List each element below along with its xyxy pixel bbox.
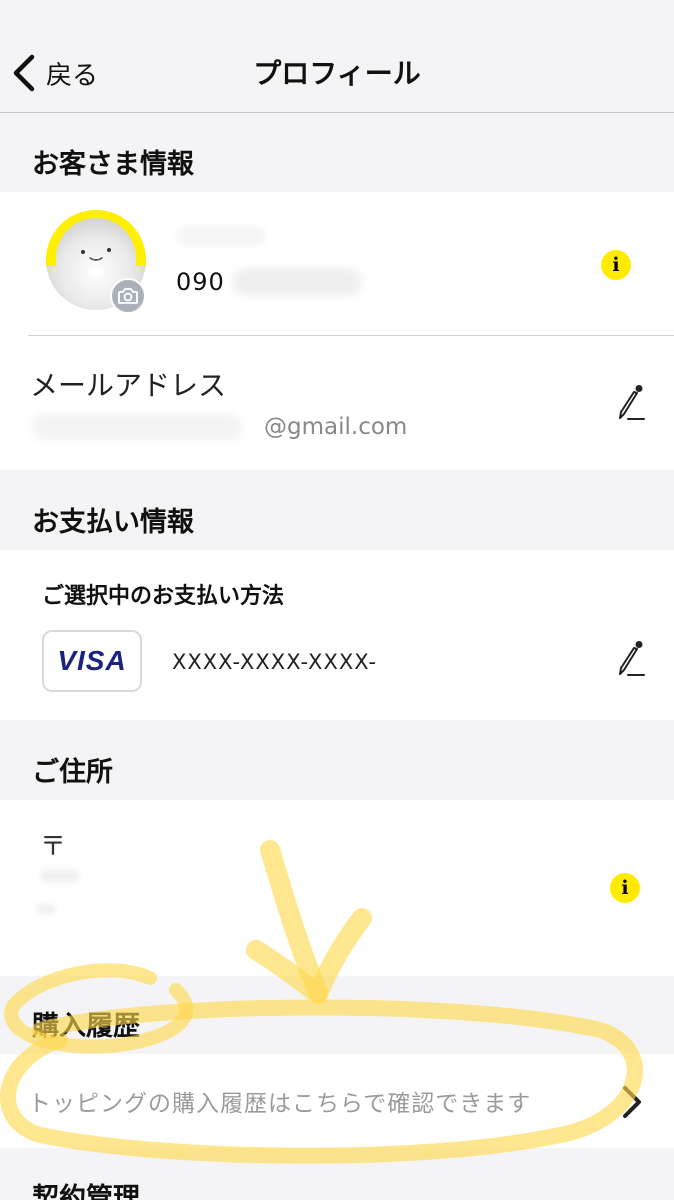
section-contract: 契約管理	[0, 1148, 674, 1200]
change-photo-button[interactable]	[110, 278, 146, 314]
section-customer-info: お客さま情報	[0, 114, 674, 192]
pencil-icon	[619, 641, 645, 676]
info-icon: i	[621, 877, 629, 899]
chevron-right-icon	[620, 1084, 644, 1124]
back-button[interactable]: 戻る	[10, 50, 98, 96]
email-label: メールアドレス	[30, 369, 227, 402]
redacted-name	[176, 226, 266, 246]
navigation-bar	[0, 0, 674, 113]
chevron-left-icon	[13, 54, 35, 92]
section-title-customer: お客さま情報	[32, 149, 194, 180]
info-icon: i	[612, 254, 620, 276]
redacted-address-line	[36, 904, 56, 914]
edit-email-button[interactable]	[614, 384, 646, 422]
address-card	[0, 800, 674, 976]
email-domain: @gmail.com	[264, 414, 408, 440]
redacted-email-local	[32, 414, 242, 440]
phone-number: 090	[176, 268, 225, 296]
pencil-icon	[619, 385, 645, 420]
section-address: ご住所	[0, 720, 674, 800]
visa-card-logo: VISA	[42, 630, 142, 692]
purchase-history-link[interactable]: トッピングの購入履歴はこちらで確認できます	[28, 1084, 531, 1118]
card-number: XXXX-XXXX-XXXX-	[172, 650, 378, 674]
customer-info-button[interactable]: i	[601, 250, 631, 280]
edit-payment-button[interactable]	[614, 640, 646, 678]
redacted-address-line	[40, 870, 80, 882]
divider	[28, 335, 674, 336]
back-label: 戻る	[46, 60, 99, 91]
camera-icon	[118, 288, 138, 304]
redacted-phone	[232, 268, 362, 296]
section-payment-info: お支払い情報	[0, 470, 674, 550]
card-brand: VISA	[57, 645, 127, 676]
section-title-payment: お支払い情報	[32, 507, 194, 538]
address-info-button[interactable]: i	[610, 873, 640, 903]
section-title-contract: 契約管理	[32, 1183, 140, 1200]
section-title-address: ご住所	[32, 757, 113, 788]
postal-mark: 〒	[40, 832, 67, 862]
section-purchase-history: 購入履歴	[0, 976, 674, 1054]
payment-method-label: ご選択中のお支払い方法	[42, 584, 285, 609]
section-title-history: 購入履歴	[32, 1011, 140, 1042]
avatar[interactable]	[46, 210, 146, 314]
